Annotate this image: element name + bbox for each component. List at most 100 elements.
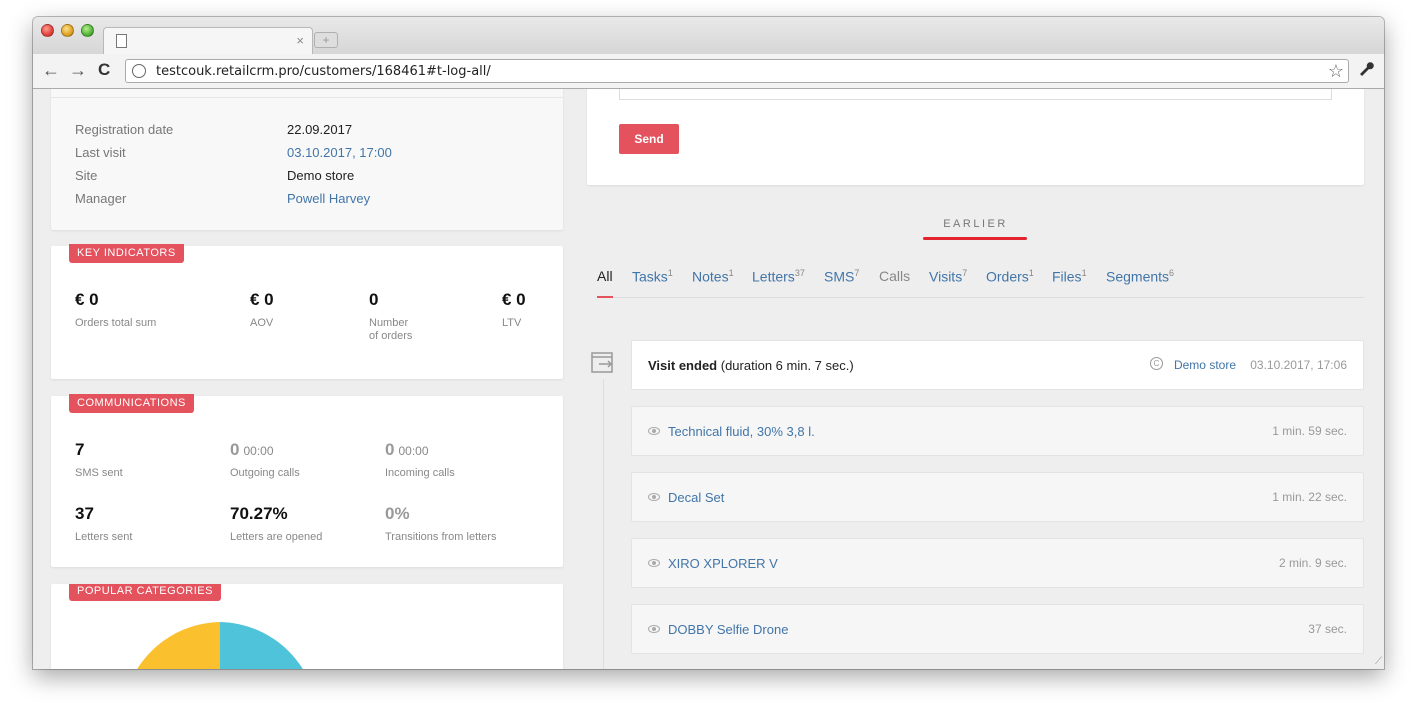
message-textarea[interactable]: [619, 89, 1332, 100]
popular-categories-title: POPULAR CATEGORIES: [69, 584, 221, 601]
manager-link[interactable]: Powell Harvey: [287, 191, 537, 206]
tab-segments[interactable]: Segments6: [1106, 268, 1174, 285]
tab-count: 37: [794, 268, 805, 278]
product-link[interactable]: Decal Set: [668, 490, 724, 505]
tab-label: Segments: [1106, 268, 1170, 285]
url-text[interactable]: testcouk.retailcrm.pro/customers/168461#…: [156, 64, 491, 79]
new-tab-button[interactable]: +: [314, 32, 338, 48]
info-value: 22.09.2017: [287, 122, 353, 137]
product-link[interactable]: Technical fluid, 30% 3,8 l.: [668, 424, 815, 439]
active-tab-underline: [597, 296, 613, 298]
page-view-event: XIRO XPLORER V 2 min. 9 sec.: [631, 538, 1364, 588]
comm-label: Letters are opened: [230, 531, 323, 543]
comm-number: 0: [385, 440, 395, 459]
popular-categories-card: POPULAR CATEGORIES: [51, 584, 563, 669]
page-view-event: Decal Set 1 min. 22 sec.: [631, 472, 1364, 522]
back-arrow-icon[interactable]: ←: [42, 60, 60, 81]
comm-number: 0%: [385, 504, 410, 523]
tabs-divider: [597, 297, 1364, 298]
title-bar: × +: [33, 17, 1384, 54]
kpi-label: LTV: [502, 317, 522, 329]
comm-value: 7: [75, 440, 84, 460]
tab-sms[interactable]: SMS7: [824, 268, 859, 285]
comm-number: 37: [75, 504, 94, 523]
tab-orders[interactable]: Orders1: [986, 268, 1034, 285]
tab-label: Tasks: [632, 268, 668, 285]
event-title: Visit ended (duration 6 min. 7 sec.): [648, 358, 854, 373]
comm-value: 0 00:00: [230, 440, 274, 460]
tab-label: SMS: [824, 268, 855, 285]
kpi-label: Number of orders: [369, 317, 413, 342]
send-button[interactable]: Send: [619, 124, 679, 154]
communications-card: COMMUNICATIONS 7 SMS sent 0 00:00 Outgoin…: [51, 394, 563, 567]
earlier-underline: [923, 237, 1027, 240]
tab-label: Calls: [879, 268, 911, 284]
tab-count: 1: [728, 268, 734, 278]
visit-ended-event: Visit ended (duration 6 min. 7 sec.) C D…: [631, 340, 1364, 390]
tab-close-icon[interactable]: ×: [296, 33, 304, 48]
browser-tab[interactable]: ×: [103, 27, 313, 54]
eye-icon: [648, 559, 660, 567]
kpi-value: € 0: [502, 290, 526, 309]
tab-visits[interactable]: Visits7: [929, 268, 967, 285]
event-title-strong: Visit ended: [648, 358, 718, 373]
zoom-window-button[interactable]: [81, 24, 94, 37]
kpi-value: 0: [369, 290, 379, 309]
page-icon: [116, 34, 127, 48]
categories-pie-chart: [137, 622, 303, 669]
kpi-value: € 0: [250, 290, 274, 309]
tab-files[interactable]: Files1: [1052, 268, 1087, 285]
comm-label: Incoming calls: [385, 467, 455, 479]
event-datetime: 03.10.2017, 17:06: [1250, 358, 1347, 372]
browser-window: × + ← → C testcouk.retailcrm.pro/custome…: [33, 17, 1384, 669]
comm-label: Outgoing calls: [230, 467, 300, 479]
eye-icon: [648, 427, 660, 435]
earlier-heading: EARLIER: [943, 218, 1008, 230]
tab-notes[interactable]: Notes1: [692, 268, 734, 285]
tab-count: 7: [854, 268, 860, 278]
tab-tasks[interactable]: Tasks1: [632, 268, 673, 285]
minimize-window-button[interactable]: [61, 24, 74, 37]
tab-count: 1: [667, 268, 673, 278]
product-link[interactable]: DOBBY Selfie Drone: [668, 622, 788, 637]
store-link[interactable]: Demo store: [1174, 358, 1236, 372]
store-icon: C: [1150, 357, 1163, 370]
visit-exit-icon: [591, 352, 613, 373]
tab-count: 7: [962, 268, 968, 278]
kpi-label: AOV: [250, 317, 274, 329]
key-indicators-title: KEY INDICATORS: [69, 244, 184, 263]
reload-icon[interactable]: C: [98, 60, 110, 80]
forward-arrow-icon[interactable]: →: [69, 60, 87, 81]
info-label: Last visit: [75, 145, 126, 160]
key-indicators-card: KEY INDICATORS € 0 Orders total sum € 0 …: [51, 244, 563, 379]
tab-label: Letters: [752, 268, 795, 285]
page-view-event: DOBBY Selfie Drone 37 sec.: [631, 604, 1364, 654]
tab-all[interactable]: All: [597, 268, 613, 284]
comm-value: 0%: [385, 504, 410, 524]
view-duration: 1 min. 22 sec.: [1272, 490, 1347, 504]
comm-number: 7: [75, 440, 85, 459]
wrench-icon[interactable]: [1358, 60, 1374, 81]
info-label: Manager: [75, 191, 127, 206]
comm-value: 70.27%: [230, 504, 288, 524]
info-label: Site: [75, 168, 98, 183]
view-duration: 2 min. 9 sec.: [1278, 556, 1347, 570]
close-window-button[interactable]: [41, 24, 54, 37]
product-link[interactable]: XIRO XPLORER V: [668, 556, 778, 571]
bookmark-star-icon[interactable]: ☆: [1328, 61, 1344, 82]
tab-letters[interactable]: Letters37: [752, 268, 805, 285]
globe-icon: [132, 64, 146, 78]
browser-toolbar: ← → C testcouk.retailcrm.pro/customers/1…: [33, 54, 1384, 89]
kpi-value: € 0: [75, 290, 99, 309]
event-detail: (duration 6 min. 7 sec.): [720, 358, 854, 373]
tab-calls[interactable]: Calls: [879, 268, 910, 284]
resize-grip-icon[interactable]: ⟋: [1375, 656, 1382, 667]
view-duration: 37 sec.: [1308, 622, 1347, 636]
pie-slice-cyan: [220, 622, 303, 669]
communications-title: COMMUNICATIONS: [69, 394, 194, 413]
divider: [51, 97, 563, 98]
view-duration: 1 min. 59 sec.: [1272, 424, 1347, 438]
page-view-event: Technical fluid, 30% 3,8 l. 1 min. 59 se…: [631, 406, 1364, 456]
last-visit-link[interactable]: 03.10.2017, 17:00: [287, 145, 537, 160]
address-bar[interactable]: testcouk.retailcrm.pro/customers/168461#…: [125, 59, 1349, 83]
